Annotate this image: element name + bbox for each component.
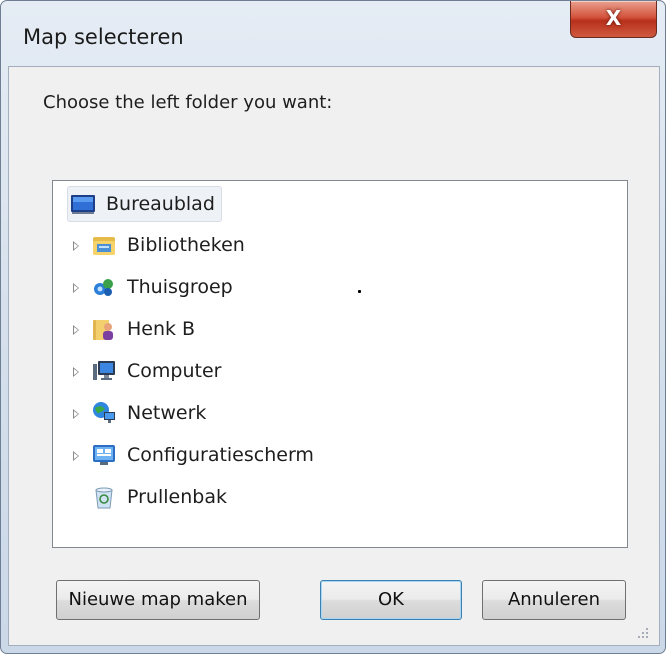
tree-item-computer[interactable]: Computer xyxy=(91,354,221,388)
new-folder-button[interactable]: Nieuwe map maken xyxy=(56,580,260,620)
tree-item-henk-b[interactable]: Henk B xyxy=(91,312,195,346)
instruction-text: Choose the left folder you want: xyxy=(43,92,333,113)
desktop-icon xyxy=(71,195,95,214)
expand-arrow-icon[interactable] xyxy=(73,367,79,377)
recycle-bin-icon xyxy=(95,487,113,509)
tree-item-label: Bibliotheken xyxy=(127,234,245,256)
expand-arrow-icon[interactable] xyxy=(73,409,79,419)
expand-arrow-icon[interactable] xyxy=(73,451,79,461)
expand-arrow-icon[interactable] xyxy=(73,241,79,251)
tree-item-label: Computer xyxy=(127,360,222,382)
tree-item-prullenbak[interactable]: Prullenbak xyxy=(91,480,227,514)
tree-item-label: Henk B xyxy=(127,318,196,340)
tree-item-label: Netwerk xyxy=(127,402,207,424)
expand-arrow-icon[interactable] xyxy=(73,283,79,293)
user-folder-icon xyxy=(93,320,113,340)
tree-item-label: Bureaublad xyxy=(106,193,215,215)
ok-button[interactable]: OK xyxy=(320,580,462,620)
tree-item-configuratiescherm[interactable]: Configuratiescherm xyxy=(91,438,314,472)
control-panel-icon xyxy=(93,445,115,465)
resize-grip-icon[interactable] xyxy=(636,626,650,640)
tree-item-thuisgroep[interactable]: Thuisgroep xyxy=(91,270,233,304)
tree-item-label: Thuisgroep xyxy=(127,276,233,298)
tree-item-bureaublad[interactable]: Bureaublad xyxy=(67,186,222,222)
libraries-icon xyxy=(93,237,115,255)
tree-item-label: Prullenbak xyxy=(127,486,227,508)
homegroup-icon xyxy=(94,279,113,296)
tree-item-netwerk[interactable]: Netwerk xyxy=(91,396,206,430)
tree-item-bibliotheken[interactable]: Bibliotheken xyxy=(91,228,245,262)
cancel-button[interactable]: Annuleren xyxy=(482,580,626,620)
tree-item-label: Configuratiescherm xyxy=(127,444,314,466)
expand-arrow-icon[interactable] xyxy=(73,325,79,335)
close-icon: X xyxy=(605,6,622,30)
stray-pixel xyxy=(358,290,361,293)
close-button[interactable]: X xyxy=(570,1,657,38)
folder-tree[interactable]: Bureaublad Bibliotheken Thuisgroep Henk … xyxy=(52,180,628,548)
network-icon xyxy=(93,402,115,423)
dialog-title: Map selecteren xyxy=(23,25,184,49)
computer-icon xyxy=(93,361,115,380)
